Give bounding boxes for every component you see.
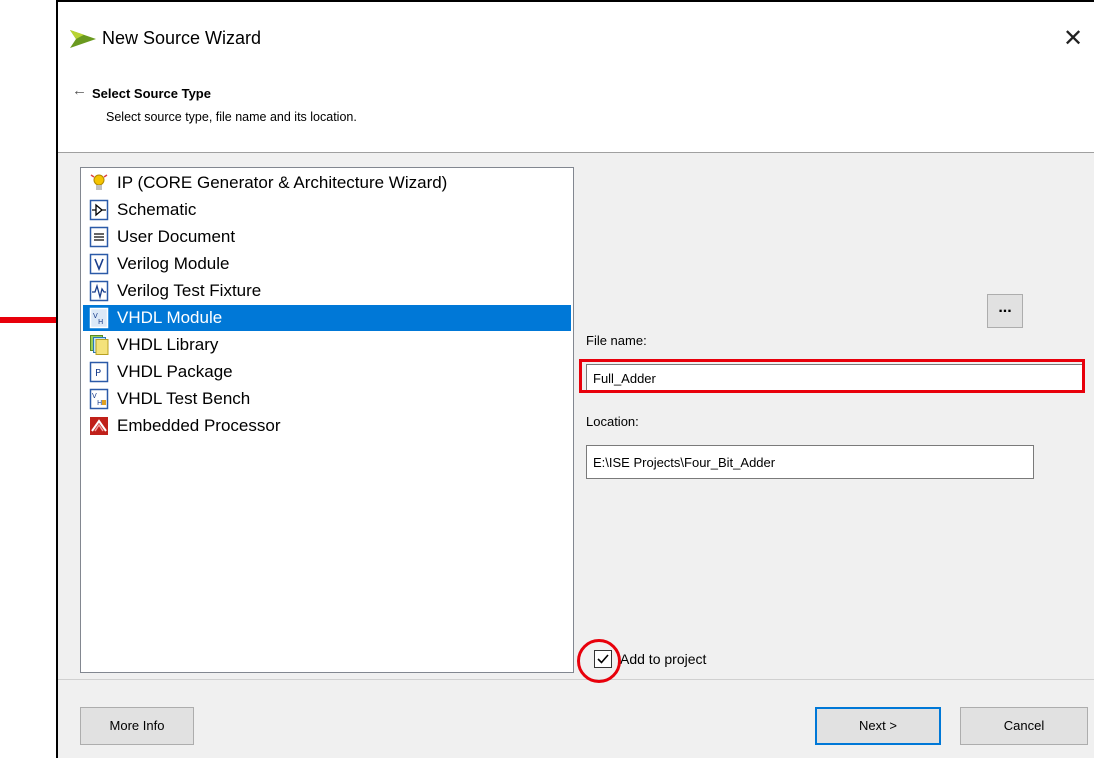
list-item-label: IP (CORE Generator & Architecture Wizard… — [117, 173, 448, 192]
list-item[interactable]: V H VHDL Module — [83, 305, 571, 331]
file-name-field[interactable] — [586, 364, 1084, 392]
page-title: Select Source Type — [92, 86, 211, 101]
wizard-header: ← Select Source Type Select source type,… — [58, 68, 1094, 153]
next-button[interactable]: Next > — [815, 707, 941, 745]
vhdl-library-icon — [90, 335, 109, 355]
list-item-label: VHDL Test Bench — [117, 389, 251, 408]
location-label: Location: — [586, 414, 639, 429]
list-item-label: VHDL Library — [117, 335, 219, 354]
list-item-label: VHDL Package — [117, 362, 233, 381]
source-type-list[interactable]: IP (CORE Generator & Architecture Wizard… — [80, 167, 574, 673]
add-to-project-label: Add to project — [620, 651, 707, 667]
list-item-label: Embedded Processor — [117, 416, 281, 435]
new-source-wizard-window: New Source Wizard ✕ ← Select Source Type… — [56, 0, 1094, 758]
embedded-processor-icon — [90, 417, 108, 435]
list-item-label: Verilog Module — [117, 254, 230, 273]
svg-text:H: H — [98, 318, 103, 326]
svg-text:P: P — [95, 368, 101, 379]
page-subtitle: Select source type, file name and its lo… — [106, 110, 357, 124]
list-item[interactable]: P VHDL Package — [83, 359, 571, 385]
more-info-button[interactable]: More Info — [80, 707, 194, 745]
vhdl-module-icon: V H — [89, 307, 109, 329]
vhdl-package-icon: P — [89, 361, 109, 383]
list-item-label: User Document — [117, 227, 236, 246]
list-item[interactable]: IP (CORE Generator & Architecture Wizard… — [83, 170, 571, 196]
file-name-label: File name: — [586, 333, 647, 348]
svg-text:H: H — [97, 399, 102, 407]
list-item[interactable]: Schematic — [83, 197, 571, 223]
add-to-project-checkbox[interactable] — [594, 650, 612, 668]
ip-core-icon — [90, 174, 108, 190]
list-item-label: Schematic — [117, 200, 197, 219]
ise-logo-icon — [70, 30, 96, 48]
title-bar: New Source Wizard ✕ — [58, 2, 1094, 68]
list-item[interactable]: VHDL Library — [83, 332, 571, 358]
wizard-footer: More Info Next > Cancel — [58, 679, 1094, 758]
browse-button[interactable]: ... — [987, 294, 1023, 328]
vhdl-test-bench-icon: V H — [89, 388, 109, 410]
list-item[interactable]: Embedded Processor — [83, 413, 571, 439]
schematic-icon — [89, 199, 109, 221]
screenshot-stage: New Source Wizard ✕ ← Select Source Type… — [0, 0, 1094, 758]
list-item[interactable]: Verilog Module — [83, 251, 571, 277]
list-item[interactable]: User Document — [83, 224, 571, 250]
list-item-label: VHDL Module — [117, 308, 223, 327]
wizard-body: IP (CORE Generator & Architecture Wizard… — [58, 153, 1094, 679]
close-icon[interactable]: ✕ — [1058, 24, 1088, 54]
checkmark-icon — [597, 654, 609, 664]
cancel-button[interactable]: Cancel — [960, 707, 1088, 745]
list-item-label: Verilog Test Fixture — [117, 281, 262, 300]
add-to-project-row[interactable]: Add to project — [594, 650, 706, 668]
verilog-module-icon — [89, 253, 109, 275]
window-title: New Source Wizard — [102, 28, 262, 48]
back-arrow-icon[interactable]: ← — [72, 82, 87, 99]
list-item[interactable]: V H VHDL Test Bench — [83, 386, 571, 412]
user-document-icon — [89, 226, 109, 248]
list-item[interactable]: Verilog Test Fixture — [83, 278, 571, 304]
verilog-test-fixture-icon — [89, 280, 109, 302]
location-field[interactable] — [586, 445, 1034, 479]
